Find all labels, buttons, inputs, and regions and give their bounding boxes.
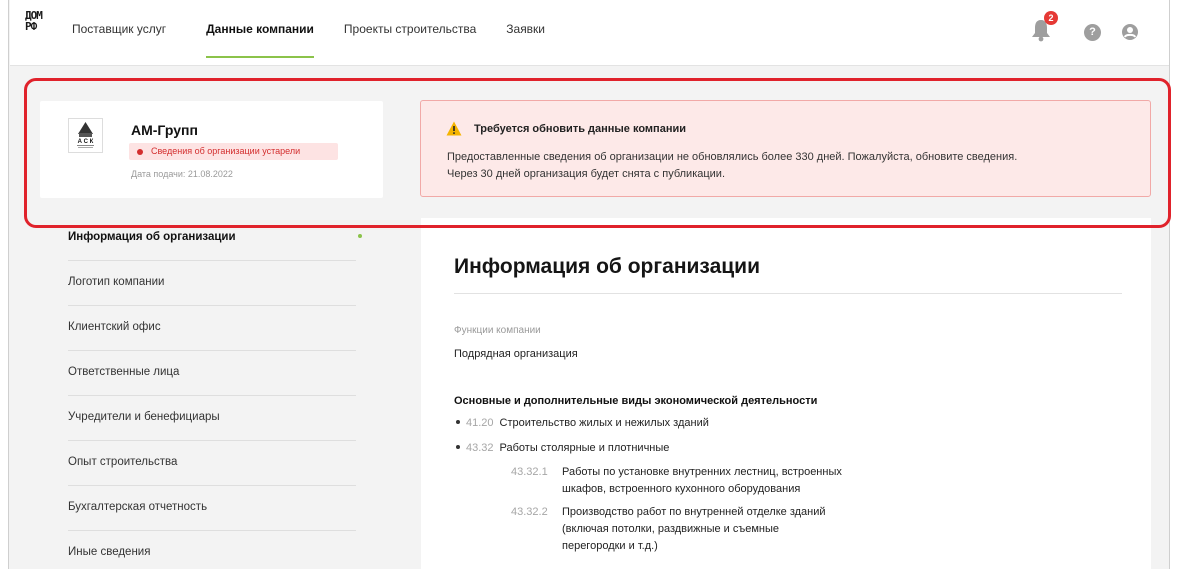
company-name: АМ-Групп <box>131 122 198 138</box>
sidebar-item-organization-info[interactable]: Информация об организации <box>68 216 362 261</box>
okved-section-title: Основные и дополнительные виды экономиче… <box>454 395 818 407</box>
sub-okved-code: 43.32.2 <box>511 506 548 518</box>
company-logo: А С К <box>68 118 103 153</box>
nav-construction-projects[interactable]: Проекты строительства <box>344 0 476 66</box>
alert-line-2: Через 30 дней организация будет снята с … <box>447 168 726 180</box>
nav-service-provider[interactable]: Поставщик услуг <box>72 0 166 66</box>
functions-label: Функции компании <box>454 325 541 336</box>
sidebar-item-label: Логотип компании <box>68 276 165 288</box>
title-divider <box>454 293 1122 294</box>
nav-company-data[interactable]: Данные компании <box>206 0 314 66</box>
okved-list-item: 41.20 Строительство жилых и нежилых здани… <box>454 417 709 429</box>
sidebar-item-other-info[interactable]: Иные сведения <box>68 531 356 569</box>
okved-label: Работы столярные и плотничные <box>499 442 670 454</box>
sub-okved-item: 43.32.2 Производство работ по внутренней… <box>511 504 911 558</box>
status-badge: Сведения об организации устарели <box>129 143 338 160</box>
bullet-icon <box>456 445 460 450</box>
svg-text:А С К: А С К <box>78 139 94 145</box>
page-title: Информация об организации <box>454 255 760 278</box>
submit-date: Дата подачи: 21.08.2022 <box>131 169 233 179</box>
sidebar-item-label: Иные сведения <box>68 546 151 558</box>
help-icon[interactable]: ? <box>1084 24 1101 41</box>
alert-message: Предоставленные сведения об организации … <box>447 149 1137 183</box>
sidebar-item-label: Информация об организации <box>68 231 236 243</box>
sub-okved-line: (включая потолки, раздвижные и съемные <box>562 523 780 535</box>
warning-icon <box>446 121 462 136</box>
notification-badge: 2 <box>1044 11 1058 25</box>
window-frame-left <box>0 0 9 569</box>
sidebar-item-label: Учредители и бенефициары <box>68 411 220 423</box>
sub-okved-code: 43.32.1 <box>511 466 548 478</box>
functions-value: Подрядная организация <box>454 348 578 360</box>
sidebar-nav: Информация об организации Логотип компан… <box>40 216 383 569</box>
sidebar-item-label: Бухгалтерская отчетность <box>68 501 208 513</box>
domrf-logo[interactable]: ДОМ РФ <box>25 10 47 38</box>
top-navigation-bar: ДОМ РФ Поставщик услуг Данные компании П… <box>10 0 1169 66</box>
sub-okved-label: Работы по установке внутренних лестниц, … <box>562 464 862 498</box>
nav-requests[interactable]: Заявки <box>506 0 545 66</box>
user-profile-icon[interactable] <box>1121 23 1139 41</box>
sidebar-item-accounting-reports[interactable]: Бухгалтерская отчетность <box>68 486 356 531</box>
okved-label: Строительство жилых и нежилых зданий <box>499 417 709 429</box>
alert-title: Требуется обновить данные компании <box>474 123 686 135</box>
alert-line-1: Предоставленные сведения об организации … <box>447 151 1018 163</box>
okved-code: 43.32 <box>466 442 494 454</box>
company-card: А С К АМ-Групп Сведения об организации у… <box>40 101 383 198</box>
window-frame-right <box>1169 0 1183 569</box>
okved-code: 41.20 <box>466 417 494 429</box>
status-dot-icon <box>137 149 143 155</box>
sub-okved-line: Производство работ по внутренней отделке… <box>562 506 826 518</box>
active-dot-icon <box>358 234 362 238</box>
sub-okved-line: Работы по установке внутренних лестниц, … <box>562 466 842 478</box>
status-text: Сведения об организации устарели <box>151 146 301 156</box>
okved-list-item: 43.32 Работы столярные и плотничные <box>454 442 669 454</box>
bullet-icon <box>456 420 460 425</box>
logo-text-bottom: РФ <box>25 20 37 33</box>
sub-okved-label: Производство работ по внутренней отделке… <box>562 504 862 555</box>
main-nav: Поставщик услуг Данные компании Проекты … <box>72 0 575 66</box>
sidebar-item-label: Опыт строительства <box>68 456 178 468</box>
sidebar-item-label: Клиентский офис <box>68 321 161 333</box>
sidebar-item-responsible-persons[interactable]: Ответственные лица <box>68 351 356 396</box>
sidebar-item-construction-experience[interactable]: Опыт строительства <box>68 441 356 486</box>
sub-okved-line: перегородки и т.д.) <box>562 540 658 552</box>
update-required-alert: Требуется обновить данные компании Предо… <box>420 100 1151 197</box>
sidebar-item-client-office[interactable]: Клиентский офис <box>68 306 356 351</box>
sidebar-item-founders[interactable]: Учредители и бенефициары <box>68 396 356 441</box>
sub-okved-line: шкафов, встроенного кухонного оборудован… <box>562 483 801 495</box>
sidebar-item-company-logo[interactable]: Логотип компании <box>68 261 356 306</box>
sub-okved-item: 43.32.1 Работы по установке внутренних л… <box>511 464 911 500</box>
sidebar-item-label: Ответственные лица <box>68 366 180 378</box>
main-content: Информация об организации Функции компан… <box>421 218 1151 569</box>
company-logo-image: А С К <box>77 122 94 148</box>
